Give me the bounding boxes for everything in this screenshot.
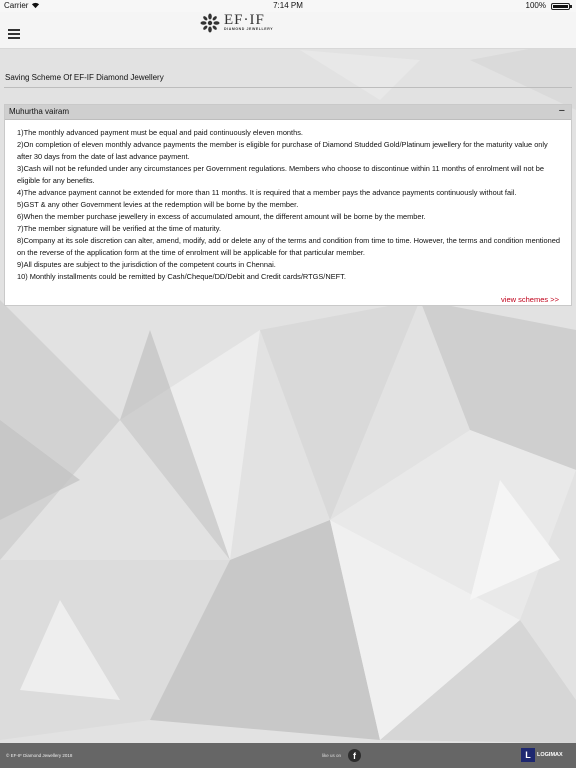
logimax-logo[interactable]: L LOGIMAX <box>521 748 571 762</box>
logimax-name: LOGIMAX <box>537 752 563 758</box>
logo-subtitle: DIAMOND JEWELLERY <box>224 27 274 31</box>
term-item: 2)On completion of eleven monthly advanc… <box>17 140 548 161</box>
term-item: 10) Monthly installments could be remitt… <box>17 272 346 281</box>
footer: © EF-IF Diamond Jewellery 2018 like us o… <box>0 743 576 768</box>
terms-list: 1)The monthly advanced payment must be e… <box>17 127 561 283</box>
term-item: 5)GST & any other Government levies at t… <box>17 200 299 209</box>
term-item: 9)All disputes are subject to the jurisd… <box>17 260 276 269</box>
battery-icon <box>551 3 572 10</box>
view-schemes-link[interactable]: view schemes >> <box>501 295 559 304</box>
scheme-panel: Muhurtha vairam − 1)The monthly advanced… <box>4 104 572 306</box>
term-item: 1)The monthly advanced payment must be e… <box>17 128 303 137</box>
app-header: EF·IF DIAMOND JEWELLERY <box>0 12 576 49</box>
term-item: 6)When the member purchase jewellery in … <box>17 212 426 221</box>
panel-heading: Muhurtha vairam <box>9 107 70 116</box>
hamburger-icon[interactable] <box>8 29 20 39</box>
facebook-icon[interactable]: f <box>348 749 361 762</box>
status-bar: Carrier 7:14 PM 100% <box>0 0 576 12</box>
panel-header[interactable]: Muhurtha vairam − <box>5 105 571 120</box>
term-item: 3)Cash will not be refunded under any ci… <box>17 164 544 185</box>
status-time: 7:14 PM <box>273 1 303 10</box>
battery-percent: 100% <box>525 1 546 10</box>
like-us-label: like us on <box>322 753 342 758</box>
term-item: 8)Company at its sole discretion can alt… <box>17 236 560 257</box>
term-item: 7)The member signature will be verified … <box>17 224 222 233</box>
page-title: Saving Scheme Of EF-IF Diamond Jewellery <box>5 73 164 82</box>
logimax-mark-icon: L <box>521 748 535 762</box>
collapse-icon[interactable]: − <box>559 105 565 118</box>
title-divider <box>4 87 572 88</box>
copyright-text: © EF-IF Diamond Jewellery 2018 <box>6 753 73 758</box>
term-item: 4)The advance payment cannot be extended… <box>17 188 517 197</box>
diamond-flower-icon <box>200 13 220 33</box>
brand-logo: EF·IF DIAMOND JEWELLERY <box>200 12 290 35</box>
